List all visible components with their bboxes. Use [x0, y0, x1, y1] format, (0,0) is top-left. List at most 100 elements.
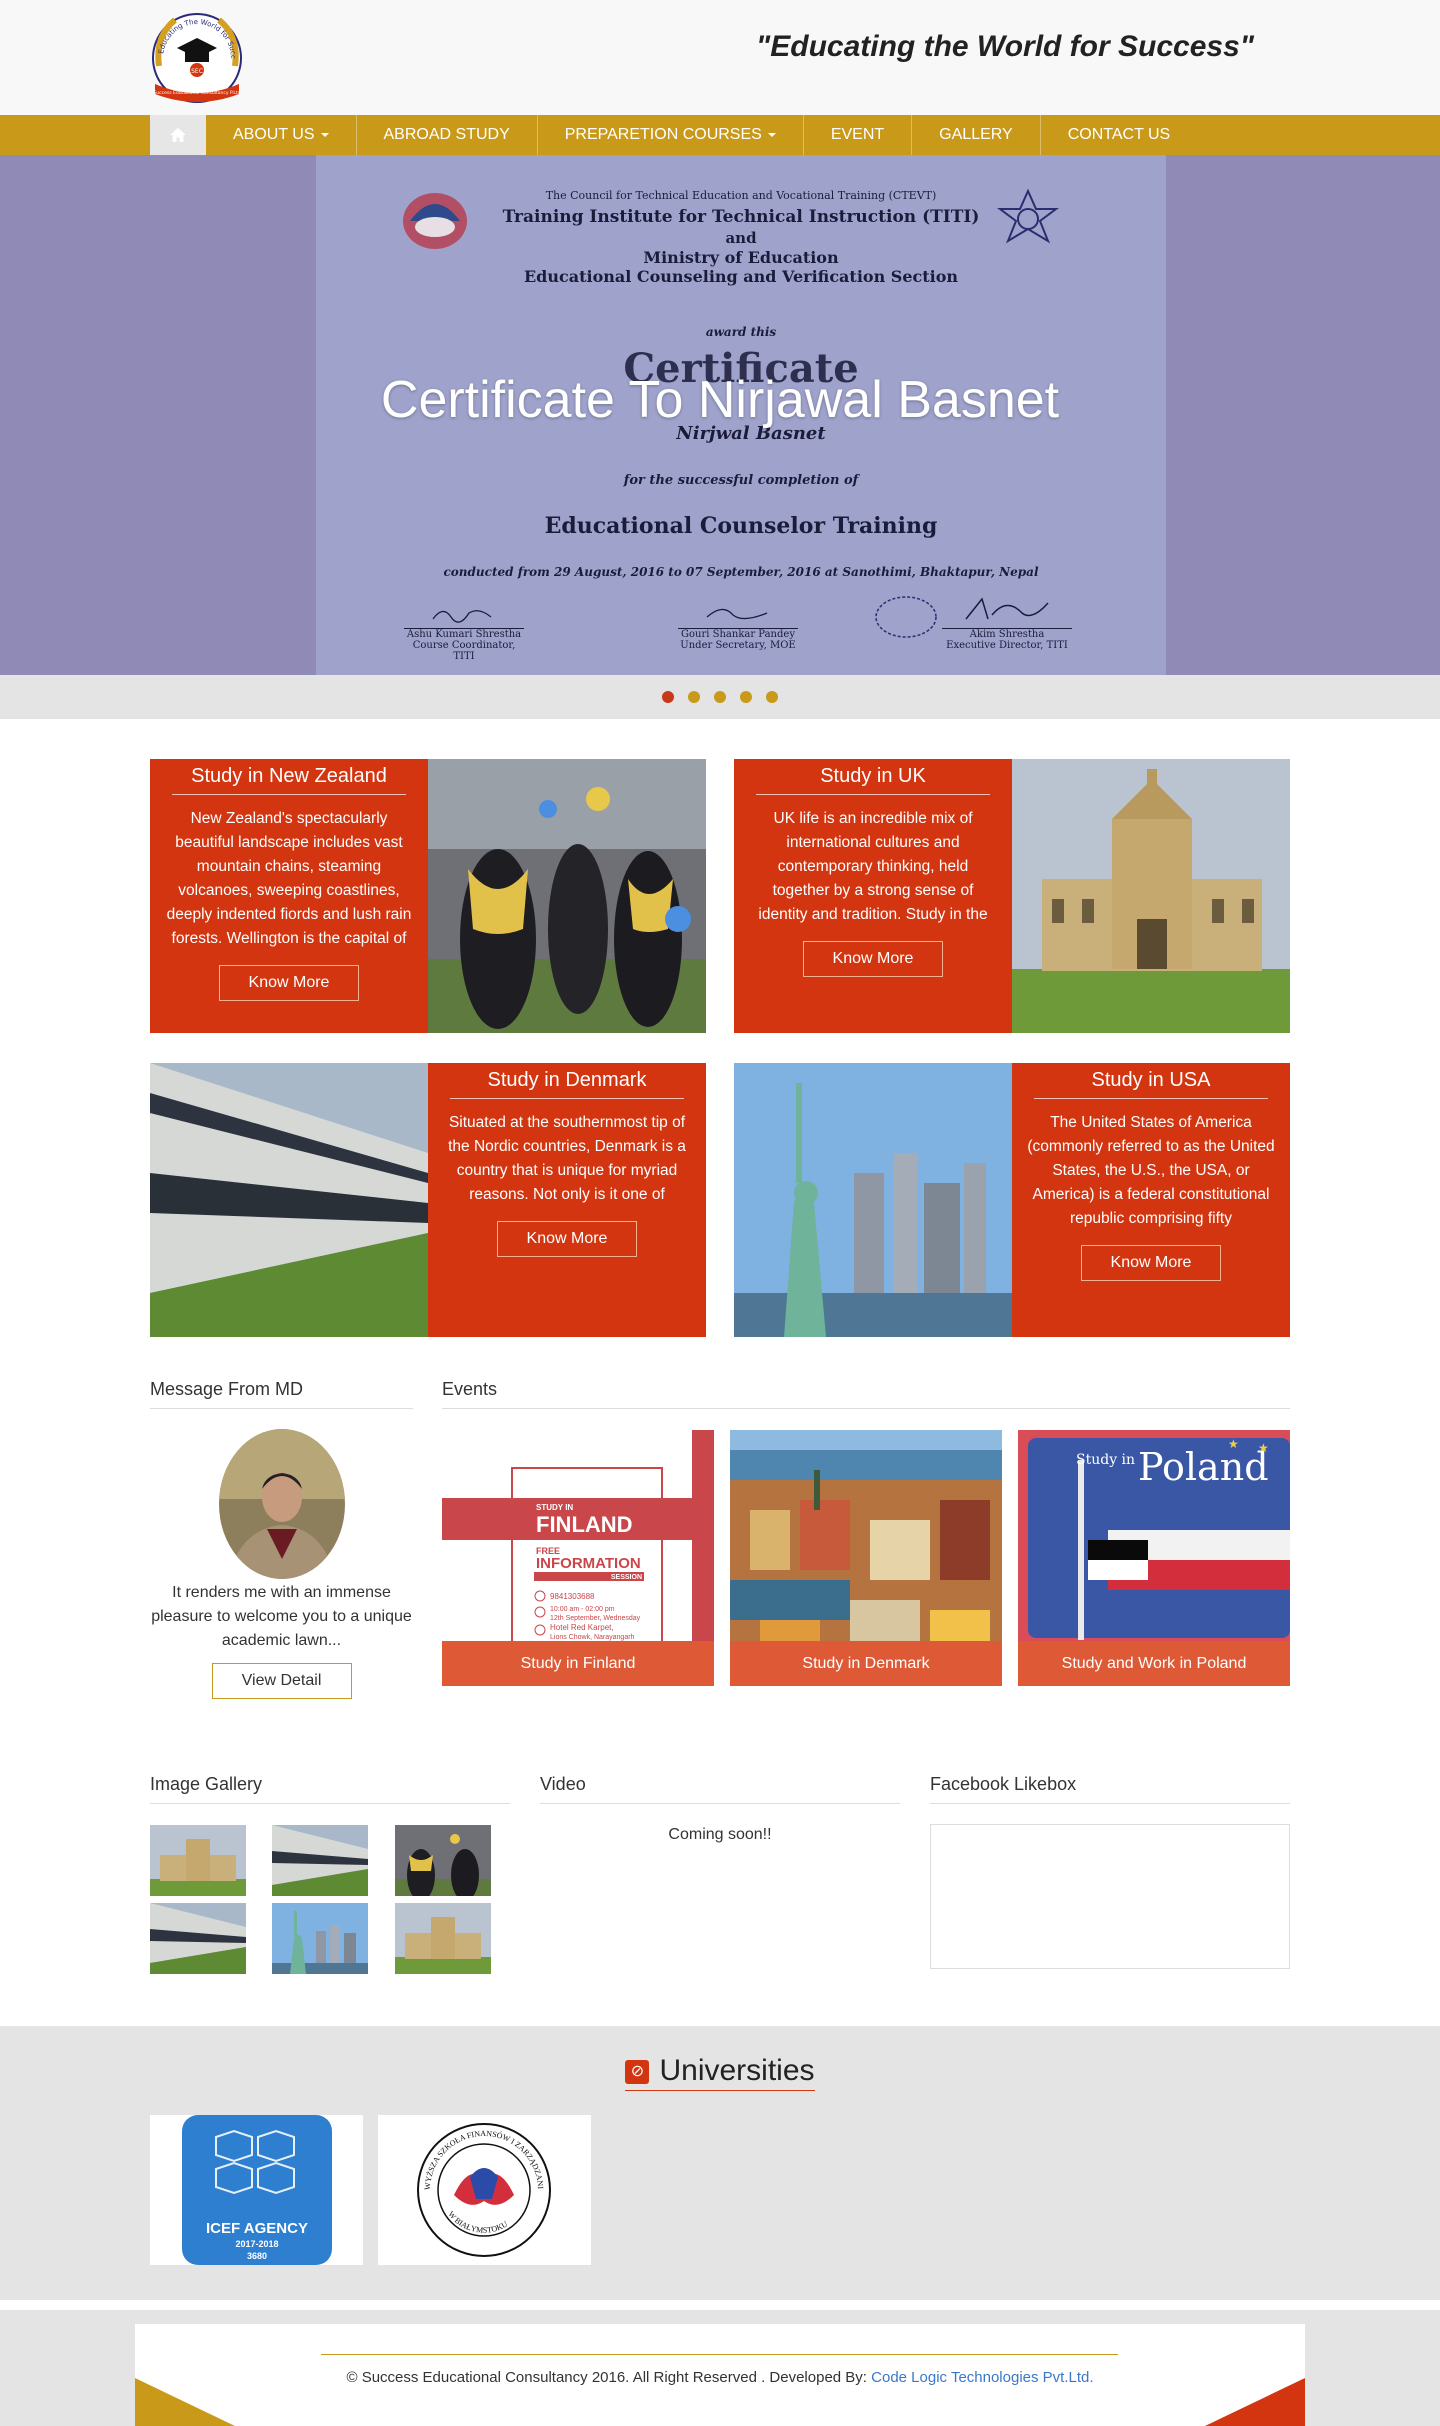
svg-text:Poland: Poland: [1138, 1445, 1269, 1489]
cert-signature: Ashu Kumari Shrestha Course Coordinator,…: [404, 603, 524, 662]
svg-text:INFORMATION: INFORMATION: [536, 1555, 641, 1572]
gallery-thumbnail[interactable]: [150, 1825, 246, 1896]
gallery-thumbnail[interactable]: [272, 1825, 368, 1896]
section-title: Universities: [659, 2054, 815, 2087]
know-more-button[interactable]: Know More: [1081, 1245, 1221, 1281]
svg-text:12th September, Wednesday: 12th September, Wednesday: [550, 1615, 641, 1622]
svg-text:9841303688: 9841303688: [550, 1592, 595, 1601]
gallery-thumbnail[interactable]: [395, 1903, 491, 1974]
card-title: Study in UK: [756, 765, 990, 795]
gallery-thumbnail[interactable]: [272, 1903, 368, 1974]
caret-down-icon: [767, 133, 776, 137]
section-title: Video: [540, 1774, 900, 1804]
image-gallery-section: Image Gallery: [150, 1774, 510, 1804]
svg-text:Hotel Red Karpet,: Hotel Red Karpet,: [550, 1623, 614, 1632]
svg-text:Study in: Study in: [1076, 1452, 1135, 1468]
svg-text:SESSION: SESSION: [611, 1574, 642, 1581]
svg-text:SEC: SEC: [191, 68, 203, 75]
cert-line: conducted from 29 August, 2016 to 07 Sep…: [443, 565, 1039, 579]
gallery-thumbnail[interactable]: [150, 1903, 246, 1974]
card-description: Situated at the southernmost tip of the …: [448, 1114, 686, 1203]
card-description: UK life is an incredible mix of internat…: [758, 810, 988, 923]
site-tagline: "Educating the World for Success": [756, 30, 1254, 63]
nav-gallery[interactable]: GALLERY: [912, 115, 1041, 155]
card-description: New Zealand's spectacularly beautiful la…: [166, 810, 412, 947]
universities-section: ⊘ Universities ICEF AGENCY 2017-2018 3680: [0, 2026, 1440, 2300]
slide-caption: Certificate To Nirjawal Basnet: [380, 371, 1060, 429]
slider-indicators: [0, 675, 1440, 719]
nav-event[interactable]: EVENT: [804, 115, 913, 155]
graduates-photo: [428, 759, 706, 1033]
svg-text:ICEF AGENCY: ICEF AGENCY: [206, 2220, 308, 2237]
card-title: Study in Denmark: [450, 1069, 684, 1099]
cert-course: Educational Counselor Training: [544, 513, 938, 539]
hero-slider[interactable]: The Council for Technical Education and …: [0, 155, 1440, 675]
developer-link[interactable]: Code Logic Technologies Pvt.Ltd.: [871, 2369, 1093, 2386]
svg-text:STUDY IN: STUDY IN: [536, 1503, 573, 1512]
cert-line: and: [725, 229, 757, 247]
denmark-building-photo: [150, 1063, 428, 1337]
video-section: Video Coming soon!!: [540, 1774, 900, 1844]
site-header: Educating The World for Success SEC Succ…: [0, 0, 1440, 115]
card-title: Study in New Zealand: [172, 765, 406, 795]
site-logo[interactable]: Educating The World for Success SEC Succ…: [143, 0, 249, 110]
university-logo-icef[interactable]: ICEF AGENCY 2017-2018 3680: [150, 2115, 363, 2265]
section-title: Events: [442, 1379, 1290, 1409]
slider-dot[interactable]: [688, 691, 700, 703]
slider-dot[interactable]: [662, 691, 674, 703]
svg-text:★: ★: [1258, 1441, 1269, 1455]
event-card-finland[interactable]: STUDY IN FINLAND FREE INFORMATION SESSIO…: [442, 1430, 714, 1686]
svg-text:10:00 am - 02:00 pm: 10:00 am - 02:00 pm: [550, 1606, 615, 1613]
events-section: Events: [442, 1379, 1290, 1409]
university-icon: ⊘: [625, 2060, 650, 2084]
country-card-uk: Study in UK UK life is an incredible mix…: [734, 759, 1290, 1033]
view-detail-button[interactable]: View Detail: [211, 1663, 352, 1699]
section-title: Facebook Likebox: [930, 1774, 1290, 1804]
md-message-text: It renders me with an immense pleasure t…: [151, 1584, 412, 1649]
event-label: Study and Work in Poland: [1018, 1641, 1290, 1686]
facebook-likebox-section: Facebook Likebox: [930, 1774, 1290, 1969]
nav-about-us[interactable]: ABOUT US: [206, 115, 357, 155]
slider-dot[interactable]: [740, 691, 752, 703]
svg-text:FINLAND: FINLAND: [536, 1512, 633, 1537]
cert-line: for the successful completion of: [623, 473, 859, 488]
slider-dot[interactable]: [766, 691, 778, 703]
footer-copyright: © Success Educational Consultancy 2016. …: [346, 2369, 1094, 2386]
know-more-button[interactable]: Know More: [219, 965, 359, 1001]
know-more-button[interactable]: Know More: [803, 941, 943, 977]
main-nav: ABOUT US ABROAD STUDY PREPARETION COURSE…: [0, 115, 1440, 155]
md-photo: [218, 1429, 345, 1579]
svg-text:2017-2018: 2017-2018: [235, 2239, 278, 2249]
nav-contact-us[interactable]: CONTACT US: [1041, 115, 1198, 155]
slider-dot[interactable]: [714, 691, 726, 703]
gallery-thumbnail[interactable]: [395, 1825, 491, 1896]
nav-abroad-study[interactable]: ABROAD STUDY: [357, 115, 538, 155]
kings-college-photo: [1012, 759, 1290, 1033]
university-logo-wsfiz[interactable]: WYŻSZA SZKOŁA FINANSÓW I ZARZĄDZANIA W B…: [375, 2108, 591, 2265]
section-title: Image Gallery: [150, 1774, 510, 1804]
site-footer: © Success Educational Consultancy 2016. …: [135, 2324, 1305, 2426]
event-label: Study in Finland: [442, 1641, 714, 1686]
cert-signature: Gouri Shankar Pandey Under Secretary, MO…: [678, 603, 798, 651]
know-more-button[interactable]: Know More: [497, 1221, 637, 1257]
home-icon: [170, 128, 186, 142]
md-message-section: Message From MD It renders me with an im…: [150, 1379, 413, 1699]
svg-text:Success Educational Consultanc: Success Educational Consultancy P.Ltd: [153, 90, 240, 96]
nav-home[interactable]: [150, 115, 206, 155]
card-title: Study in USA: [1034, 1069, 1268, 1099]
cert-line: Educational Counseling and Verification …: [523, 267, 959, 286]
event-card-poland[interactable]: Study in Poland ★ ★ Study and Work in Po…: [1018, 1430, 1290, 1686]
country-card-usa: Study in USA The United States of Americ…: [734, 1063, 1290, 1337]
caret-down-icon: [320, 133, 329, 137]
facebook-likebox-frame[interactable]: [930, 1824, 1290, 1969]
video-placeholder-text: Coming soon!!: [668, 1826, 772, 1843]
svg-text:★: ★: [1228, 1437, 1239, 1451]
card-description: The United States of America (commonly r…: [1027, 1114, 1275, 1227]
nav-preparation-courses[interactable]: PREPARETION COURSES: [538, 115, 804, 155]
svg-text:Lions Chowk, Narayangarh: Lions Chowk, Narayangarh: [550, 1634, 635, 1641]
statue-of-liberty-photo: [734, 1063, 1012, 1337]
cert-signature: Akim Shrestha Executive Director, TITI: [942, 595, 1072, 651]
event-card-denmark[interactable]: Study in Denmark: [730, 1430, 1002, 1686]
official-stamp-icon: [875, 596, 937, 638]
section-title: Message From MD: [150, 1379, 413, 1409]
